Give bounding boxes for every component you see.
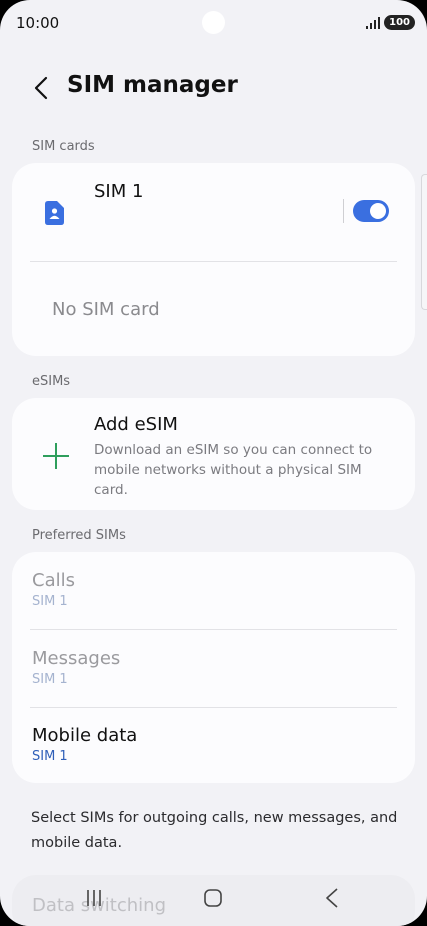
section-label-esims: eSIMs	[32, 374, 71, 389]
front-camera	[202, 11, 225, 34]
add-esim-title: Add eSIM	[94, 414, 178, 435]
sim-1-name[interactable]: SIM 1	[94, 181, 143, 202]
divider	[30, 707, 397, 708]
home-icon[interactable]	[204, 889, 222, 907]
messages-value: SIM 1	[32, 672, 68, 687]
scrollbar[interactable]	[421, 174, 427, 310]
plus-icon	[43, 443, 69, 469]
sim-cards-card: SIM 1 No SIM card	[12, 163, 415, 356]
mobile-data-value: SIM 1	[32, 749, 68, 764]
preferred-sims-footnote: Select SIMs for outgoing calls, new mess…	[31, 810, 398, 851]
calls-title: Calls	[32, 570, 75, 591]
nav-back-icon[interactable]	[325, 888, 339, 908]
screen: 10:00 100 SIM manager SIM cards SIM 1 No…	[0, 0, 427, 926]
sim-card-icon	[45, 201, 64, 225]
sim-1-toggle[interactable]	[353, 200, 389, 222]
status-time: 10:00	[16, 14, 60, 32]
recents-icon[interactable]	[85, 889, 103, 907]
messages-title: Messages	[32, 648, 121, 669]
mobile-data-title: Mobile data	[32, 725, 138, 746]
section-label-preferred-sims: Preferred SIMs	[32, 528, 126, 543]
divider	[30, 629, 397, 630]
navigation-bar	[0, 880, 427, 920]
add-esim-description: Download an eSIM so you can connect to m…	[94, 442, 373, 498]
battery-icon: 100	[384, 15, 415, 30]
page-title: SIM manager	[67, 72, 238, 98]
toggle-divider	[343, 199, 344, 223]
empty-sim-slot: No SIM card	[52, 299, 160, 320]
preferred-sims-card: Calls SIM 1 Messages SIM 1 Mobile data S…	[12, 552, 415, 783]
status-indicators: 100	[366, 15, 415, 30]
section-label-sim-cards: SIM cards	[32, 139, 95, 154]
signal-icon	[366, 16, 381, 29]
preferred-messages-item[interactable]: Messages SIM 1	[32, 648, 392, 687]
calls-value: SIM 1	[32, 594, 68, 609]
add-esim-item[interactable]: Add eSIM Download an eSIM so you can con…	[12, 398, 415, 510]
back-arrow-icon[interactable]	[30, 74, 54, 102]
divider	[30, 261, 397, 262]
preferred-calls-item[interactable]: Calls SIM 1	[32, 570, 392, 609]
preferred-mobile-data-item[interactable]: Mobile data SIM 1	[32, 725, 392, 764]
